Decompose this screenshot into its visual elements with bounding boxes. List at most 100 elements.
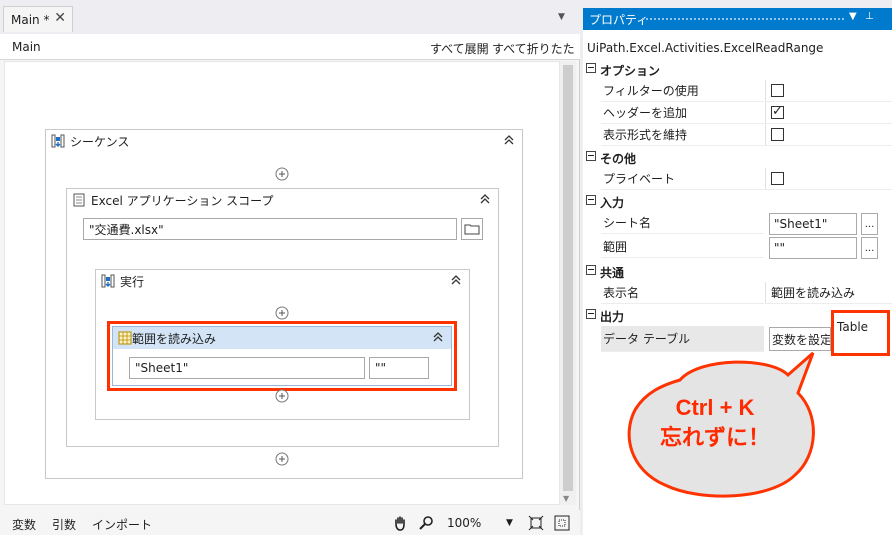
add-headers-value: [765, 102, 892, 124]
chevron-down-icon[interactable]: ▼: [558, 12, 565, 22]
category-misc[interactable]: その他: [583, 146, 892, 168]
execute-label: 実行: [120, 274, 145, 289]
add-activity-icon[interactable]: [275, 306, 289, 320]
designer-statusbar: 変数 引数 インポート 100% ▼: [0, 510, 580, 535]
preserve-format-checkbox[interactable]: [771, 128, 784, 141]
collapse-category-icon[interactable]: [586, 309, 596, 319]
variables-tab[interactable]: 変数: [12, 516, 36, 533]
scroll-down-arrow-icon[interactable]: ▼: [563, 494, 569, 503]
callout-line-2: 忘れずに！: [659, 425, 770, 450]
zoom-dropdown-icon[interactable]: ▼: [506, 518, 513, 528]
tab-main[interactable]: Main * ✕: [3, 6, 73, 32]
add-activity-icon[interactable]: [275, 452, 289, 466]
collapse-category-icon[interactable]: [586, 195, 596, 205]
private-checkbox[interactable]: [771, 172, 784, 185]
designer-canvas[interactable]: シーケンス Excel アプリケーション スコープ "交通費.xlsx" 実行 …: [4, 61, 560, 505]
collapse-category-icon[interactable]: [586, 151, 596, 161]
sheet-name-label: シート名: [601, 212, 764, 234]
tab-main-label: Main *: [11, 12, 50, 27]
titlebar-grip: [641, 17, 846, 22]
preserve-format-label: 表示形式を維持: [601, 124, 764, 146]
sequence-header[interactable]: シーケンス: [46, 130, 522, 152]
add-activity-icon[interactable]: [275, 389, 289, 403]
collapse-category-icon[interactable]: [586, 265, 596, 275]
pin-icon[interactable]: ⊥: [865, 11, 874, 22]
collapse-chevron-icon[interactable]: [478, 192, 492, 206]
category-input-label: 入力: [600, 196, 625, 210]
properties-title: プロパティ: [589, 12, 649, 27]
add-headers-label: ヘッダーを追加: [601, 102, 764, 124]
callout-line-1: Ctrl + K: [675, 395, 755, 420]
overview-icon[interactable]: [554, 515, 570, 531]
sheet-name-input[interactable]: "Sheet1": [129, 357, 365, 379]
collapse-category-icon[interactable]: [586, 63, 596, 73]
sequence-label: シーケンス: [70, 134, 130, 149]
breadcrumb-bar: Main すべて展開 すべて折りたたみ: [0, 34, 580, 73]
use-filter-checkbox[interactable]: [771, 84, 784, 97]
private-label: プライベート: [601, 168, 764, 190]
range-label: 範囲: [601, 236, 764, 258]
read-range-activity[interactable]: 範囲を読み込み "Sheet1" "": [112, 326, 452, 386]
zoom-level[interactable]: 100%: [447, 516, 481, 530]
excel-scope-icon: [73, 193, 85, 207]
sheet-name-ellipsis-button[interactable]: ...: [861, 213, 878, 235]
add-headers-checkbox[interactable]: [771, 104, 784, 119]
display-name-value[interactable]: 範囲を読み込み: [765, 282, 892, 304]
vertical-scrollbar[interactable]: ▼: [560, 61, 576, 505]
scrollbar-thumb[interactable]: [563, 65, 573, 491]
range-input[interactable]: "": [369, 357, 429, 379]
pan-hand-icon[interactable]: [392, 515, 408, 531]
collapse-chevron-icon[interactable]: [502, 133, 516, 147]
imports-tab[interactable]: インポート: [92, 516, 152, 533]
excel-scope-label: Excel アプリケーション スコープ: [91, 193, 274, 208]
close-icon[interactable]: ✕: [54, 10, 66, 26]
sequence-icon: [101, 274, 115, 288]
property-add-headers[interactable]: ヘッダーを追加: [583, 102, 892, 124]
category-options[interactable]: オプション: [583, 58, 892, 80]
browse-folder-button[interactable]: [461, 218, 483, 240]
folder-icon: [464, 224, 480, 235]
sheet-name-property-input[interactable]: "Sheet1": [769, 213, 857, 235]
property-preserve-format[interactable]: 表示形式を維持: [583, 124, 892, 146]
display-name-label: 表示名: [601, 282, 764, 304]
properties-titlebar: プロパティ ▼ ⊥: [583, 8, 892, 30]
property-display-name[interactable]: 表示名 範囲を読み込み: [583, 282, 892, 304]
workbook-path-input[interactable]: "交通費.xlsx": [83, 218, 457, 240]
use-filter-value: [765, 80, 892, 102]
category-options-label: オプション: [600, 64, 661, 78]
fit-to-screen-icon[interactable]: [528, 515, 544, 531]
excel-scope-header[interactable]: Excel アプリケーション スコープ: [67, 189, 498, 211]
expand-all-link[interactable]: すべて展開: [430, 40, 489, 57]
sequence-icon: [51, 134, 65, 148]
zoom-magnifier-icon[interactable]: [418, 515, 434, 531]
workflow-designer: Main * ✕ ▼ Main すべて展開 すべて折りたたみ シーケンス: [0, 0, 580, 535]
category-common[interactable]: 共通: [583, 260, 892, 282]
collapse-chevron-icon[interactable]: [431, 330, 445, 344]
read-range-icon: [118, 331, 132, 345]
execute-header[interactable]: 実行: [96, 270, 469, 292]
use-filter-label: フィルターの使用: [601, 80, 764, 102]
read-range-header[interactable]: 範囲を読み込み: [113, 327, 451, 349]
preserve-format-value: [765, 124, 892, 146]
category-common-label: 共通: [600, 266, 625, 280]
collapse-chevron-icon[interactable]: [449, 273, 463, 287]
variable-name-input[interactable]: Table: [831, 310, 890, 356]
property-sheet-name[interactable]: シート名 "Sheet1" ...: [583, 212, 892, 236]
breadcrumb[interactable]: Main: [12, 40, 41, 54]
arguments-tab[interactable]: 引数: [52, 516, 76, 533]
add-activity-icon[interactable]: [275, 167, 289, 181]
property-private[interactable]: プライベート: [583, 168, 892, 190]
document-tabbar: Main * ✕ ▼: [0, 0, 580, 34]
read-range-label: 範囲を読み込み: [132, 331, 217, 346]
read-range-highlight: 範囲を読み込み "Sheet1" "": [107, 321, 457, 391]
range-ellipsis-button[interactable]: ...: [861, 237, 878, 259]
category-misc-label: その他: [600, 152, 637, 166]
callout-text: Ctrl + K 忘れずに！: [625, 393, 805, 453]
property-use-filter[interactable]: フィルターの使用: [583, 80, 892, 102]
category-output-label: 出力: [600, 310, 625, 324]
variable-name-value: Table: [837, 320, 869, 334]
category-input[interactable]: 入力: [583, 190, 892, 212]
panel-menu-icon[interactable]: ▼: [849, 11, 857, 22]
property-range[interactable]: 範囲 "" ...: [583, 236, 892, 260]
range-property-input[interactable]: "": [769, 237, 857, 259]
